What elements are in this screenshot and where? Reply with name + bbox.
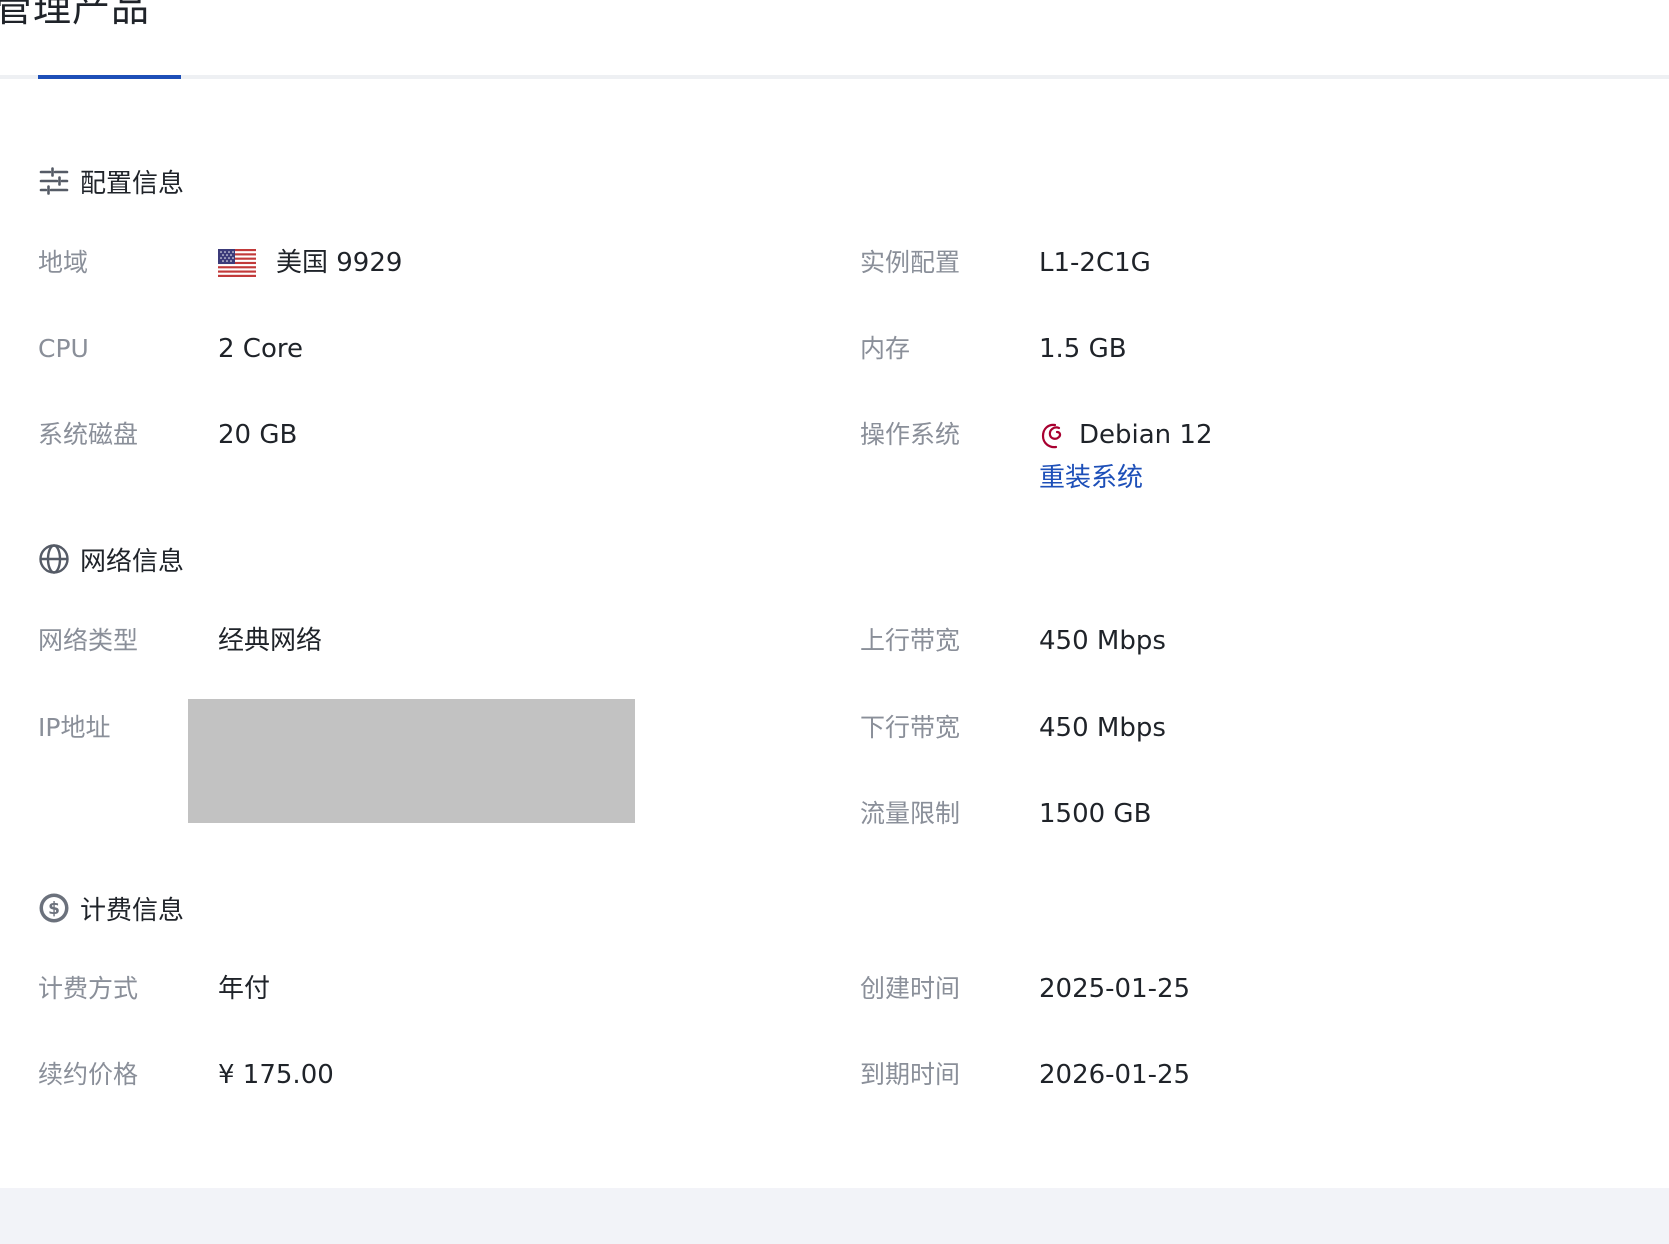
instance-value: L1-2C1G [1039, 248, 1151, 278]
memory-value: 1.5 GB [1039, 334, 1127, 364]
cpu-label: CPU [38, 334, 89, 363]
globe-icon [38, 543, 70, 575]
network-type-value: 经典网络 [218, 626, 323, 656]
billing-method-value: 年付 [218, 974, 271, 1004]
config-section-header: 配置信息 [38, 163, 184, 199]
expire-time-label: 到期时间 [860, 1060, 961, 1089]
billing-section-header: $ 计费信息 [38, 890, 184, 926]
region-value: 美国 9929 [218, 247, 402, 279]
ip-address-label: IP地址 [38, 713, 111, 742]
traffic-limit-value: 1500 GB [1039, 799, 1152, 829]
expire-time-value: 2026-01-25 [1039, 1060, 1191, 1090]
download-bandwidth-value: 450 Mbps [1039, 713, 1166, 743]
us-flag-icon [218, 249, 256, 277]
os-label: 操作系统 [860, 420, 961, 449]
network-section-header: 网络信息 [38, 541, 184, 577]
traffic-limit-label: 流量限制 [860, 799, 961, 828]
svg-text:$: $ [48, 899, 60, 919]
upload-bandwidth-label: 上行带宽 [860, 626, 961, 655]
renew-price-value: ¥ 175.00 [218, 1060, 334, 1090]
tab-bar [0, 75, 1669, 79]
reinstall-os-link[interactable]: 重装系统 [1039, 462, 1143, 494]
disk-value: 20 GB [218, 420, 298, 450]
network-section-title: 网络信息 [80, 546, 185, 577]
created-time-value: 2025-01-25 [1039, 974, 1191, 1004]
sliders-icon [38, 165, 70, 197]
network-type-label: 网络类型 [38, 626, 139, 655]
renew-price-label: 续约价格 [38, 1060, 139, 1089]
upload-bandwidth-value: 450 Mbps [1039, 626, 1166, 656]
download-bandwidth-label: 下行带宽 [860, 713, 961, 742]
os-value: Debian 12 [1039, 419, 1213, 451]
ip-address-redacted [188, 699, 635, 823]
dollar-circle-icon: $ [38, 892, 70, 924]
page-title: 管理产品 [0, 0, 151, 30]
region-text: 美国 9929 [276, 248, 403, 278]
disk-label: 系统磁盘 [38, 420, 139, 449]
product-card [0, 0, 1669, 1188]
billing-method-label: 计费方式 [38, 974, 139, 1003]
memory-label: 内存 [860, 334, 911, 363]
region-label: 地域 [38, 248, 89, 277]
instance-label: 实例配置 [860, 248, 961, 277]
active-tab-indicator[interactable] [38, 75, 181, 79]
os-text: Debian 12 [1079, 420, 1213, 450]
billing-section-title: 计费信息 [80, 895, 185, 926]
config-section-title: 配置信息 [80, 168, 185, 199]
debian-logo-icon [1039, 419, 1069, 451]
cpu-value: 2 Core [218, 334, 303, 364]
created-time-label: 创建时间 [860, 974, 961, 1003]
